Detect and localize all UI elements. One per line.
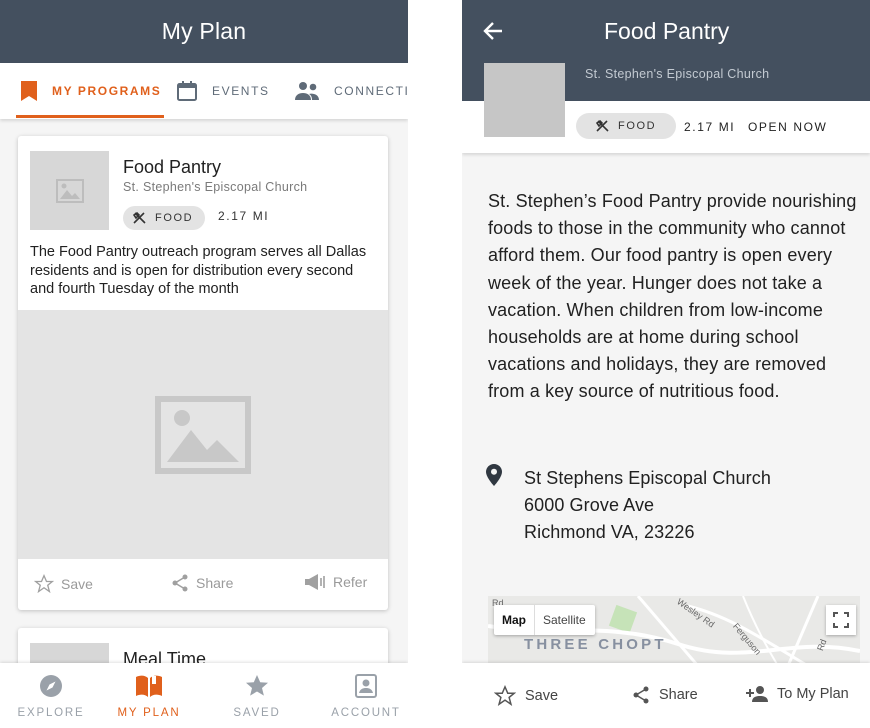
people-icon — [295, 82, 319, 100]
card-actions: Save Share Refer — [18, 559, 388, 610]
tab-my-programs[interactable]: MY PROGRAMS — [20, 63, 161, 119]
add-label: To My Plan — [777, 686, 849, 702]
share-icon — [172, 574, 188, 592]
tab-indicator — [16, 115, 164, 118]
satellite-view-button[interactable]: Satellite — [534, 605, 595, 635]
program-description: St. Stephen’s Food Pantry provide nouris… — [488, 191, 857, 402]
address-line-2: 6000 Grove Ave — [524, 495, 655, 516]
arrow-back-icon — [483, 22, 502, 40]
tab-connections[interactable]: CONNECTIO — [294, 63, 408, 119]
nav-account[interactable]: ACCOUNT — [315, 663, 408, 728]
nav-label: EXPLORE — [17, 707, 85, 719]
map-view-button[interactable]: Map — [494, 605, 534, 635]
nav-explore[interactable]: EXPLORE — [0, 663, 102, 728]
megaphone-icon — [305, 574, 325, 590]
program-detail-screen: Food Pantry St. Stephen's Episcopal Chur… — [462, 0, 870, 728]
program-thumbnail — [30, 151, 109, 230]
tab-events[interactable]: EVENTS — [176, 63, 270, 119]
open-status: OPEN NOW — [748, 120, 828, 134]
share-icon — [633, 686, 649, 704]
bookmark-icon — [21, 81, 37, 101]
refer-button[interactable]: Refer — [304, 573, 367, 591]
save-button[interactable]: Save — [34, 574, 93, 594]
program-thumbnail — [484, 63, 565, 137]
category-label: FOOD — [155, 212, 194, 224]
fullscreen-icon — [833, 612, 849, 628]
image-placeholder-icon — [155, 395, 251, 474]
tab-label: CONNECTIO — [334, 84, 408, 98]
nav-label: ACCOUNT — [331, 707, 401, 719]
add-to-plan-button[interactable]: To My Plan — [746, 685, 849, 703]
my-plan-screen: My Plan MY PROGRAMS EVENTS CONNECTIO Foo… — [0, 0, 408, 728]
nav-saved[interactable]: SAVED — [206, 663, 308, 728]
map-area-label: THREE CHOPT — [524, 636, 667, 653]
utensils-icon — [133, 211, 146, 224]
utensils-icon — [596, 119, 609, 132]
share-label: Share — [196, 575, 234, 591]
tab-label: EVENTS — [212, 84, 270, 98]
image-placeholder-icon — [55, 178, 84, 203]
nav-my-plan[interactable]: MY PLAN — [98, 663, 200, 728]
map-type-toggle: Map Satellite — [494, 605, 595, 635]
tab-bar: MY PROGRAMS EVENTS CONNECTIO — [0, 63, 408, 119]
category-label: FOOD — [618, 120, 657, 132]
star-icon — [246, 675, 268, 696]
bottom-nav: EXPLORE MY PLAN SAVED ACCOUNT — [0, 663, 408, 728]
tab-label: MY PROGRAMS — [52, 84, 162, 98]
nav-label: MY PLAN — [117, 707, 181, 719]
program-card[interactable]: Food Pantry St. Stephen's Episcopal Chur… — [18, 136, 388, 610]
screen-divider — [408, 0, 462, 728]
location-pin-icon — [485, 463, 503, 492]
page-title: Food Pantry — [604, 18, 730, 44]
address-line-1: St Stephens Episcopal Church — [524, 468, 771, 488]
nav-label: SAVED — [233, 707, 281, 719]
book-icon — [136, 675, 162, 697]
star-outline-icon — [34, 574, 54, 594]
share-button[interactable]: Share — [632, 686, 698, 704]
save-button[interactable]: Save — [494, 685, 558, 707]
category-chip: FOOD — [576, 113, 677, 139]
program-org: St. Stephen's Episcopal Church — [585, 67, 770, 81]
distance: 2.17 MI — [218, 209, 270, 223]
page-title: My Plan — [161, 18, 247, 44]
program-name: Food Pantry — [123, 157, 222, 177]
app-bar: My Plan — [0, 0, 408, 63]
refer-label: Refer — [333, 574, 368, 590]
program-description: The Food Pantry outreach program serves … — [30, 244, 367, 297]
address: St Stephens Episcopal Church 6000 Grove … — [524, 465, 771, 547]
address-line-3: Richmond VA, 23226 — [524, 522, 695, 543]
account-icon — [355, 674, 377, 698]
fullscreen-button[interactable] — [826, 605, 856, 635]
program-org: St. Stephen's Episcopal Church — [123, 180, 308, 194]
star-outline-icon — [494, 685, 516, 706]
category-chip: FOOD — [123, 206, 206, 230]
calendar-icon — [177, 81, 197, 101]
detail-actions: Save Share To My Plan — [462, 663, 870, 728]
map[interactable]: Rd Wesley Rd Ferguson Rd THREE CHOPT Map… — [488, 596, 860, 666]
share-button[interactable]: Share — [171, 574, 233, 592]
program-image — [18, 310, 388, 559]
save-label: Save — [61, 576, 93, 592]
back-button[interactable] — [482, 20, 504, 47]
compass-icon — [40, 675, 62, 697]
add-person-icon — [746, 686, 768, 702]
distance: 2.17 MI — [684, 120, 736, 134]
share-label: Share — [659, 687, 698, 703]
save-label: Save — [525, 688, 559, 704]
